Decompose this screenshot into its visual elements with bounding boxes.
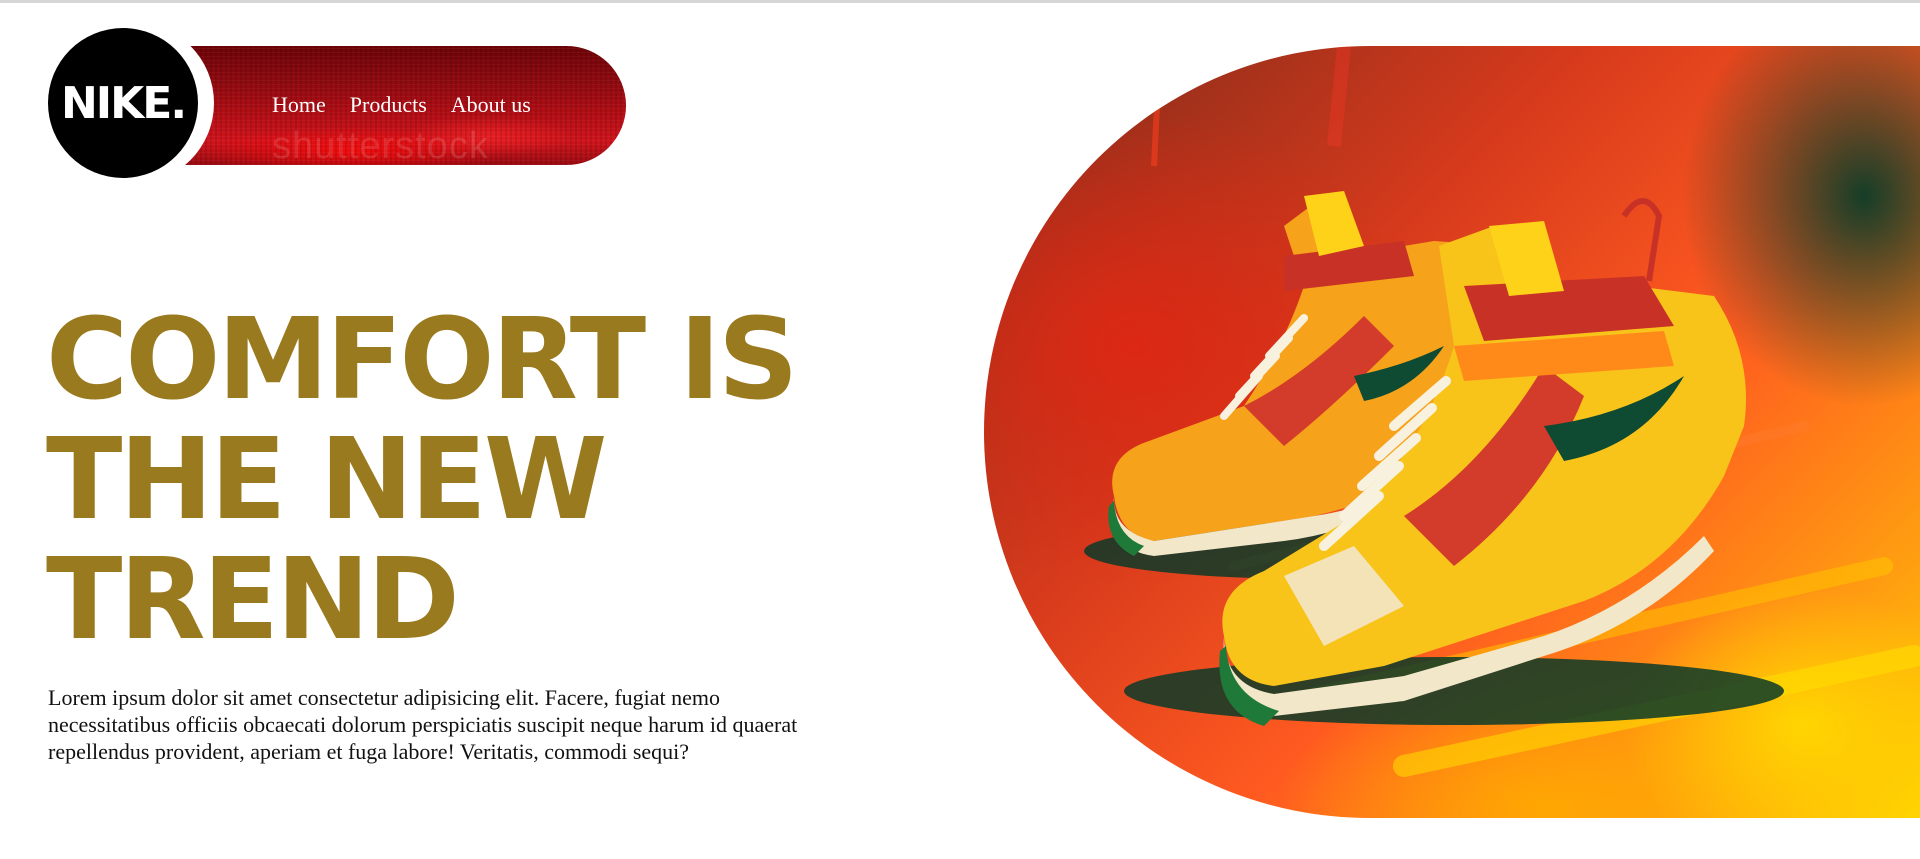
nav-link-about-us[interactable]: About us xyxy=(451,92,531,118)
top-border xyxy=(0,0,1920,3)
logo[interactable]: NIKE. xyxy=(48,28,198,178)
sneaker-illustration xyxy=(1084,46,1920,777)
nav-link-products[interactable]: Products xyxy=(350,92,427,118)
hero-title: COMFORT IS THE NEW TREND xyxy=(46,295,799,665)
nav-link-home[interactable]: Home xyxy=(272,92,326,118)
hero-sneaker-image xyxy=(984,46,1920,818)
hero-description: Lorem ipsum dolor sit amet consectetur a… xyxy=(48,685,798,764)
nav-links: Home Products About us xyxy=(272,92,531,118)
logo-text: NIKE. xyxy=(60,77,187,129)
